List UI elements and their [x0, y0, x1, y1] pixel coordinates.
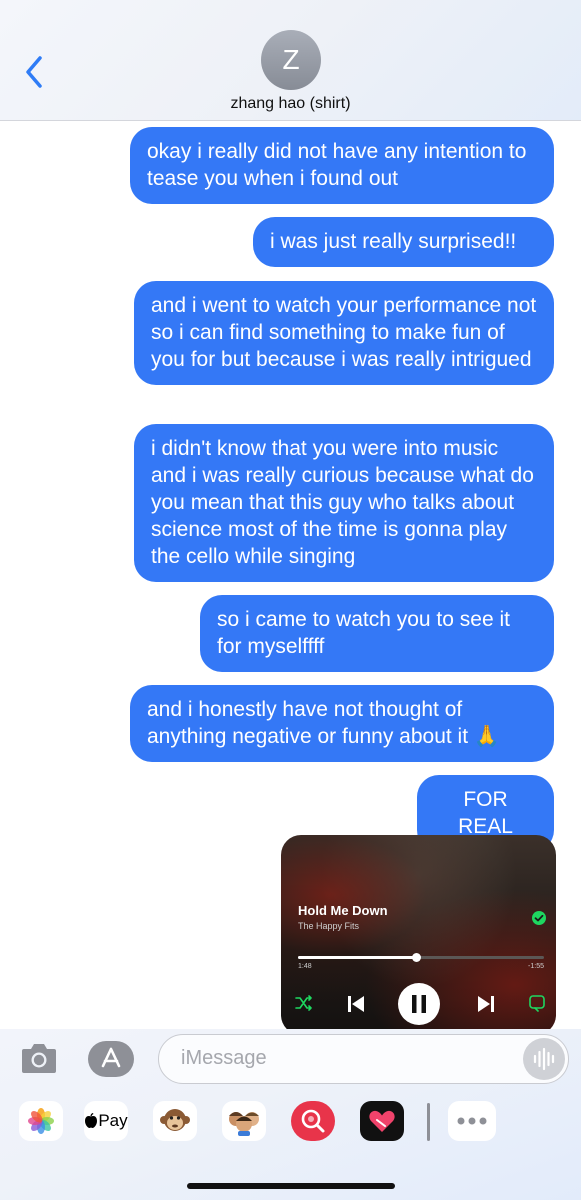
liked-check-icon[interactable] [532, 911, 546, 925]
more-apps-button[interactable] [448, 1101, 496, 1141]
message-bubble[interactable]: and i honestly have not thought of anyth… [130, 685, 554, 762]
message-bubble[interactable]: so i came to watch you to see it for mys… [200, 595, 554, 672]
contact-avatar[interactable]: Z [261, 30, 321, 90]
home-indicator[interactable] [187, 1183, 395, 1189]
digital-touch-icon [369, 1110, 395, 1132]
progress-bar[interactable] [298, 953, 544, 962]
message-bubble[interactable]: and i went to watch your performance not… [134, 281, 554, 385]
back-button[interactable] [20, 52, 50, 92]
digital-touch-button[interactable] [360, 1101, 404, 1141]
shuffle-icon[interactable] [295, 995, 313, 1016]
audio-message-button[interactable] [523, 1038, 565, 1080]
previous-track-icon[interactable] [347, 995, 365, 1018]
remaining-time: -1:55 [528, 963, 544, 970]
photos-app-button[interactable] [19, 1101, 63, 1141]
memoji-monkey-icon [160, 1109, 190, 1131]
image-search-button[interactable] [291, 1101, 335, 1141]
pause-button[interactable] [398, 983, 440, 1025]
apple-pay-icon [85, 1113, 98, 1128]
app-store-button[interactable] [88, 1041, 134, 1077]
contact-name[interactable]: zhang hao (shirt) [0, 95, 581, 113]
repeat-icon[interactable] [528, 994, 546, 1017]
message-bubble[interactable]: okay i really did not have any intention… [130, 127, 554, 204]
song-artist: The Happy Fits [298, 921, 360, 931]
pause-icon [412, 995, 426, 1013]
memoji-monkey-button[interactable] [153, 1101, 197, 1141]
apple-pay-button[interactable]: Pay [84, 1101, 128, 1141]
more-icon [457, 1117, 487, 1125]
message-bubble[interactable]: i didn't know that you were into music a… [134, 424, 554, 582]
next-track-icon[interactable] [477, 995, 495, 1018]
message-placeholder: iMessage [181, 1047, 267, 1069]
tray-divider [427, 1103, 430, 1141]
spotify-share-card[interactable]: Hold Me Down The Happy Fits 1:48 -1:55 [281, 835, 556, 1035]
conversation-header: Z zhang hao (shirt) [0, 0, 581, 121]
progress-knob[interactable] [412, 953, 422, 962]
memoji-group-button[interactable] [222, 1101, 266, 1141]
memoji-group-icon [229, 1112, 259, 1136]
chevron-left-icon [26, 56, 42, 88]
message-input[interactable]: iMessage [158, 1034, 569, 1084]
progress-fill [298, 956, 417, 959]
song-title: Hold Me Down [298, 903, 388, 918]
elapsed-time: 1:48 [298, 963, 312, 970]
camera-icon [22, 1044, 56, 1073]
camera-button[interactable] [20, 1041, 58, 1080]
apple-pay-label: Pay [98, 1111, 128, 1130]
message-bubble[interactable]: i was just really surprised!! [253, 217, 554, 267]
waveform-icon [533, 1047, 555, 1071]
app-store-icon [101, 1047, 121, 1068]
photos-icon [28, 1108, 54, 1134]
search-images-icon [301, 1109, 325, 1133]
